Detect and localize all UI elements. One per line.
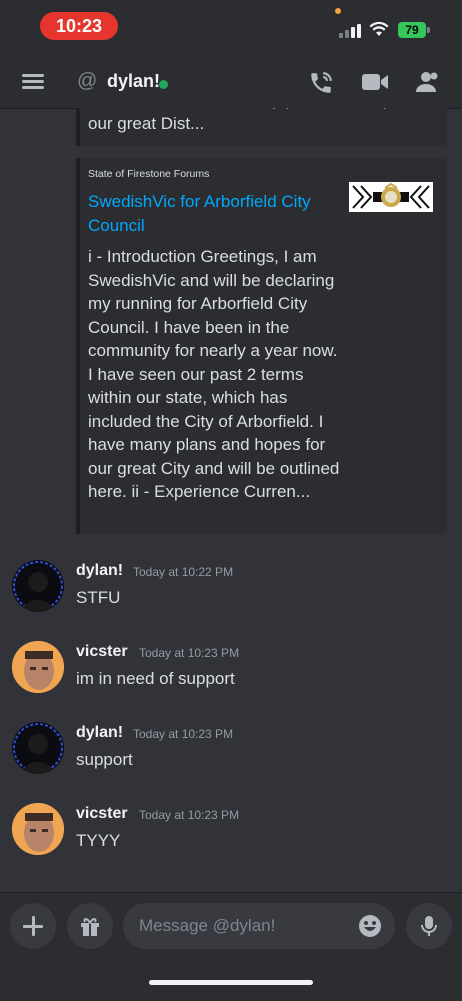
dm-title[interactable]: dylan!: [107, 71, 160, 92]
message-item[interactable]: dylan! Today at 10:22 PM STFU: [0, 560, 462, 630]
online-status-dot: [159, 80, 168, 89]
menu-icon[interactable]: [22, 74, 44, 90]
embed-title-link[interactable]: SwedishVic for Arborfield City Council: [88, 190, 338, 238]
message-input-wrapper[interactable]: [123, 903, 395, 949]
message-timestamp: Today at 10:23 PM: [139, 808, 240, 822]
channel-header: @ dylan!: [0, 56, 462, 109]
gift-icon: [81, 918, 99, 936]
message-timestamp: Today at 10:23 PM: [133, 727, 234, 741]
message-item[interactable]: vicster Today at 10:23 PM im in need of …: [0, 641, 462, 711]
privacy-indicator-dot: [335, 8, 341, 14]
embed-provider[interactable]: State of Firestone Forums: [88, 168, 435, 180]
at-icon: @: [77, 70, 98, 92]
message-author[interactable]: vicster: [76, 805, 128, 823]
voice-message-button[interactable]: [406, 903, 452, 949]
message-input[interactable]: [139, 903, 339, 949]
battery-tip: [427, 27, 430, 33]
message-author[interactable]: dylan!: [76, 724, 123, 742]
avatar[interactable]: [12, 560, 64, 612]
microphone-icon: [421, 916, 437, 936]
message-text: support: [76, 750, 133, 769]
home-indicator[interactable]: [149, 980, 313, 985]
message-timestamp: Today at 10:23 PM: [139, 646, 240, 660]
message-text: TYYY: [76, 831, 121, 850]
message-item[interactable]: dylan! Today at 10:23 PM support: [0, 722, 462, 792]
link-embed-previous[interactable]: Prominence. I have many plans and hopes …: [76, 108, 447, 146]
message-text: STFU: [76, 588, 121, 607]
message-item[interactable]: vicster Today at 10:23 PM TYYY: [0, 803, 462, 873]
add-attachment-button[interactable]: [10, 903, 56, 949]
battery-indicator: 79: [398, 22, 426, 38]
message-composer: [0, 892, 462, 1001]
embed-thumbnail[interactable]: [349, 182, 433, 212]
call-icon[interactable]: [308, 70, 334, 96]
plus-icon-bar: [23, 925, 43, 928]
wifi-icon: [369, 21, 389, 36]
members-icon[interactable]: [414, 70, 440, 94]
status-time[interactable]: 10:23: [40, 12, 118, 40]
avatar[interactable]: [12, 641, 64, 693]
link-embed[interactable]: State of Firestone Forums SwedishVic for…: [76, 158, 447, 534]
embed-description: i - Introduction Greetings, I am Swedish…: [88, 247, 340, 501]
message-timestamp: Today at 10:22 PM: [133, 565, 234, 579]
signal-icon: [339, 24, 363, 38]
embed-description-tail: Prominence. I have many plans and hopes …: [88, 108, 435, 133]
status-bar: 10:23 79: [0, 0, 462, 56]
message-author[interactable]: dylan!: [76, 562, 123, 580]
emoji-icon[interactable]: [358, 914, 382, 938]
message-author[interactable]: vicster: [76, 643, 128, 661]
avatar[interactable]: [12, 722, 64, 774]
avatar[interactable]: [12, 803, 64, 855]
video-icon[interactable]: [362, 72, 388, 92]
message-list[interactable]: Prominence. I have many plans and hopes …: [0, 108, 462, 892]
message-text: im in need of support: [76, 669, 235, 688]
gift-button[interactable]: [67, 903, 113, 949]
